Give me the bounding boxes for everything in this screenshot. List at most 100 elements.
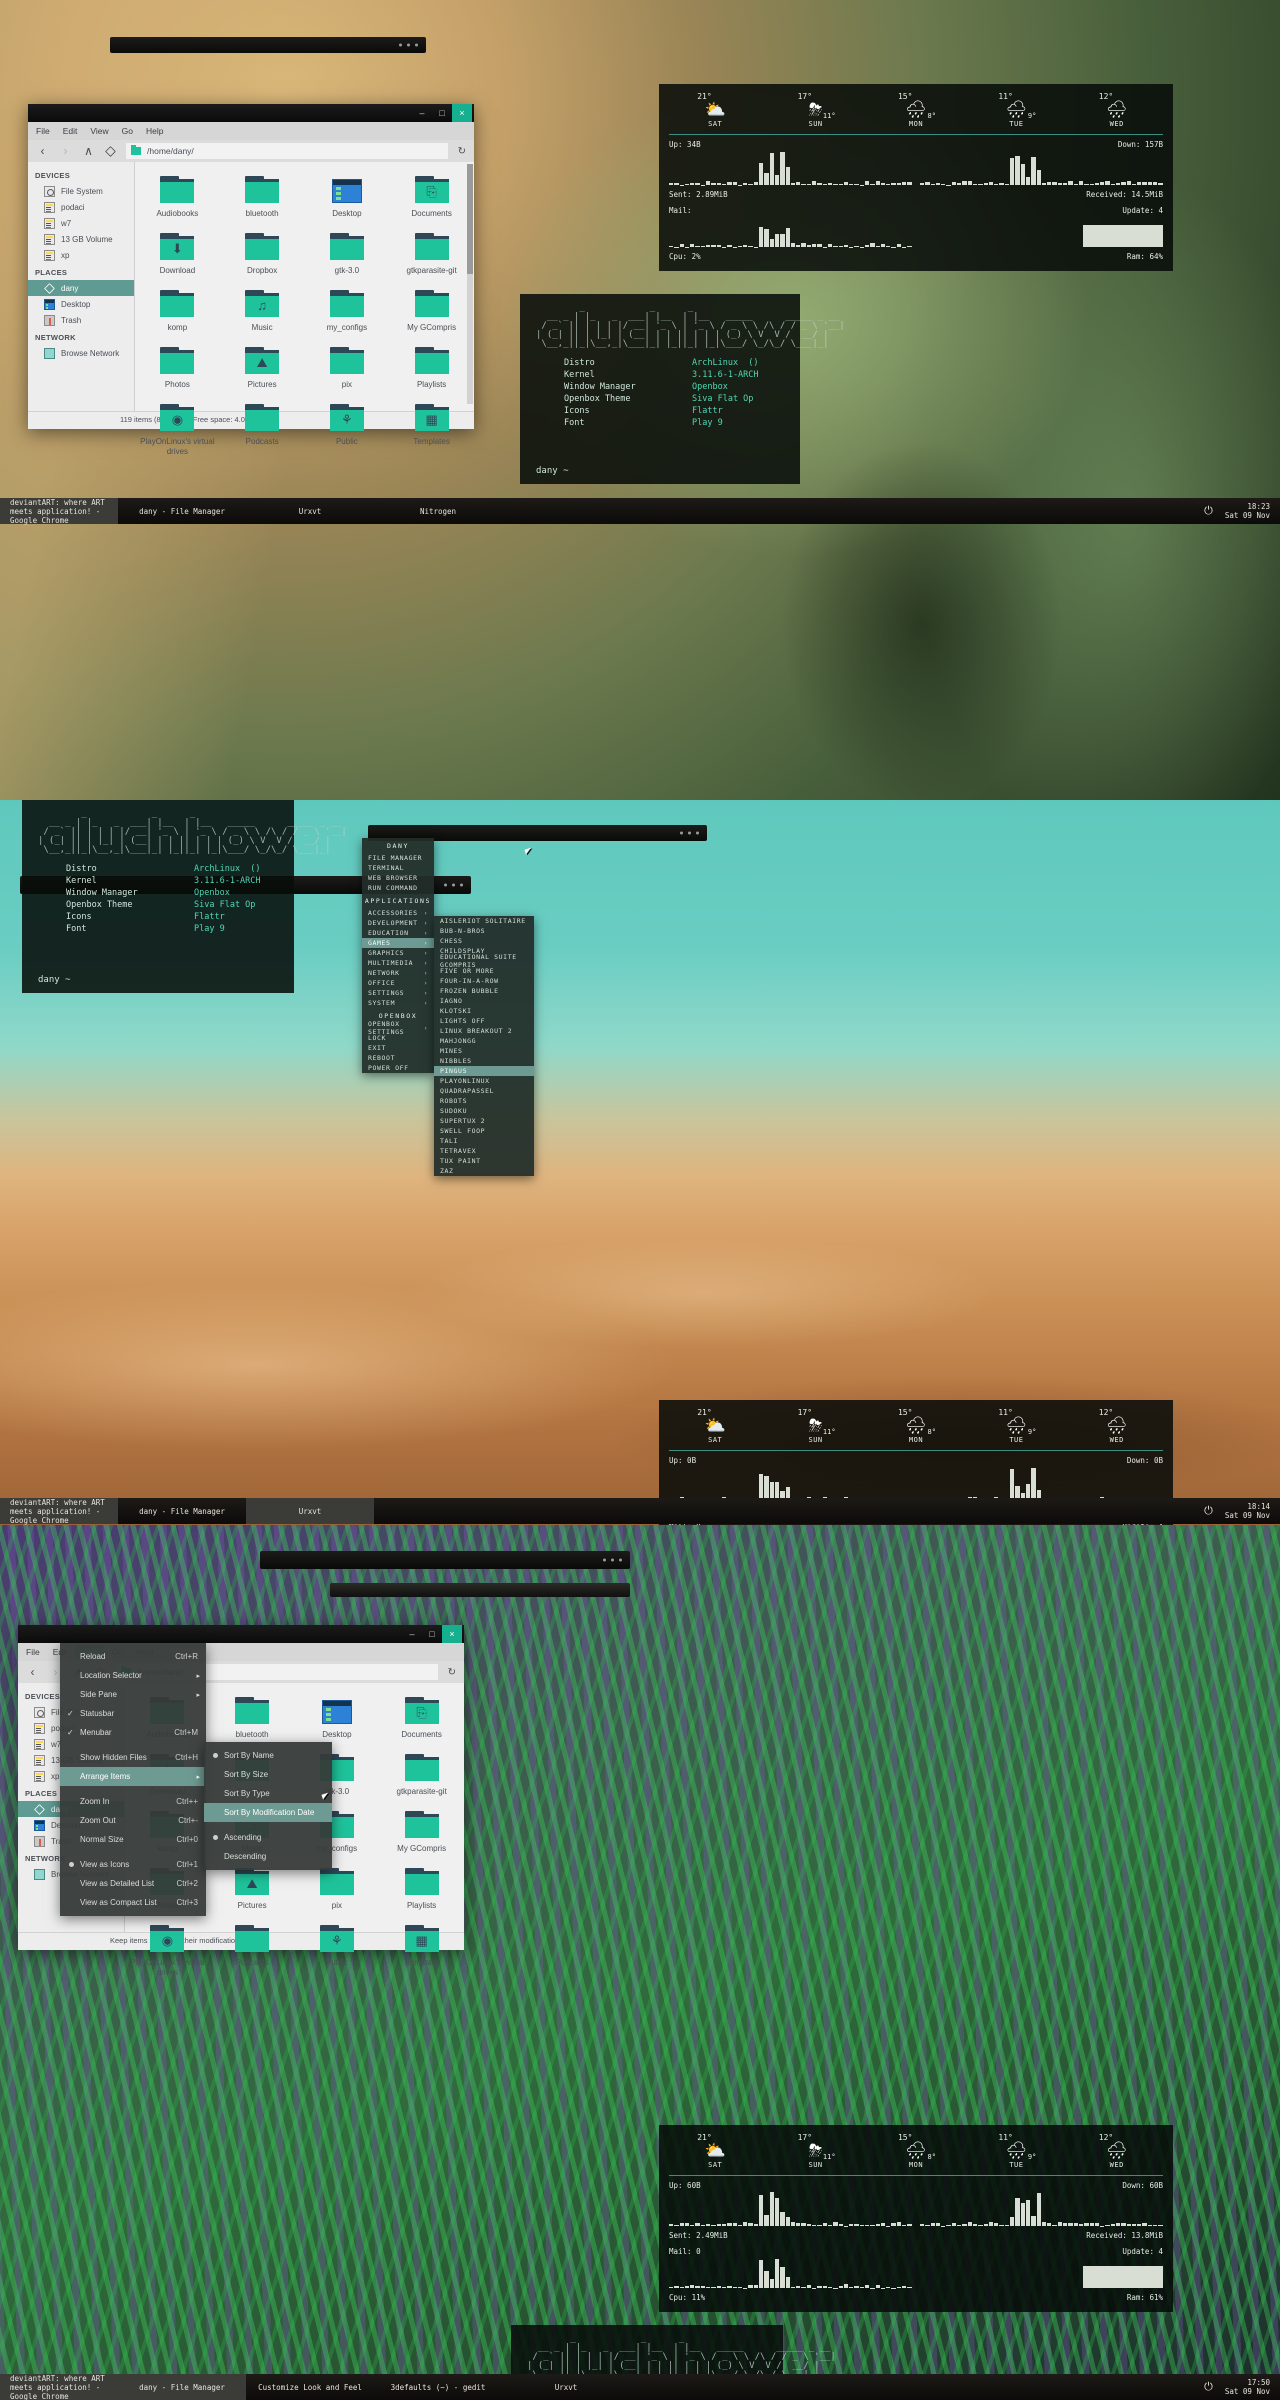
sidebar-item-13gb-volume[interactable]: 13 GB Volume — [28, 231, 134, 247]
back-button[interactable]: ‹ — [36, 144, 49, 158]
file-grid[interactable]: Audiobooks bluetooth Desktop ⎘ Documents ⬇ Dow… — [134, 162, 474, 456]
openbox-menu-item[interactable]: ROBOTS — [434, 1096, 534, 1106]
sidebar-item-file-system[interactable]: File System — [28, 183, 134, 199]
openbox-menu-item[interactable]: SYSTEM › — [362, 998, 434, 1008]
menu-item[interactable]: ✓ Statusbar — [60, 1704, 206, 1723]
file-item[interactable]: ⚘ Public — [305, 398, 390, 465]
file-item[interactable]: My GCompris — [379, 1805, 464, 1862]
file-item[interactable]: bluetooth — [220, 170, 305, 227]
file-item[interactable]: My GCompris — [389, 284, 474, 341]
file-item[interactable]: ⎘ Documents — [379, 1691, 464, 1748]
sidebar-item-dany[interactable]: dany — [28, 280, 134, 296]
file-item[interactable]: ◉ PlayOnLinux's virtual drives — [135, 398, 220, 465]
file-item[interactable]: Dropbox — [220, 227, 305, 284]
file-item[interactable]: ⎘ Documents — [389, 170, 474, 227]
menu-item[interactable]: Location Selector ▸ — [60, 1666, 206, 1685]
taskbar-1[interactable]: deviantART: where ART meets application!… — [0, 498, 1280, 525]
menu-view[interactable]: View — [90, 126, 108, 136]
menu-item[interactable]: Side Pane ▸ — [60, 1685, 206, 1704]
sidebar[interactable]: DEVICES File System podaci w7 13 GB Volu… — [28, 162, 134, 411]
menu-item[interactable]: Descending — [204, 1847, 332, 1866]
vertical-scrollbar[interactable] — [467, 164, 473, 404]
clock[interactable]: 17:50 Sat 09 Nov — [1225, 2378, 1280, 2396]
file-item[interactable]: Playlists — [389, 341, 474, 398]
power-icon[interactable]: ⏻ — [1204, 2380, 1213, 2394]
sysinfo-terminal-2[interactable]: _ _ _ __ _ | |_ _ ___| |__ | |__ _____ _… — [22, 800, 347, 993]
openbox-menu-item[interactable]: MAHJONGG — [434, 1036, 534, 1046]
file-item[interactable]: gtkparasite-git — [389, 227, 474, 284]
menu-go[interactable]: Go — [122, 126, 133, 136]
file-item[interactable]: pix — [295, 1862, 380, 1919]
openbox-menu-item[interactable]: DEVELOPMENT › — [362, 918, 434, 928]
taskbar-item[interactable]: deviantART: where ART meets application!… — [0, 1498, 118, 1525]
openbox-menu-item[interactable]: OFFICE › — [362, 978, 434, 988]
openbox-menu-item[interactable]: TETRAVEX — [434, 1146, 534, 1156]
file-item[interactable]: komp — [135, 284, 220, 341]
close-button[interactable]: × — [442, 1625, 462, 1643]
openbox-menu-item[interactable]: KLOTSKI — [434, 1006, 534, 1016]
power-icon[interactable]: ⏻ — [1204, 504, 1213, 518]
taskbar-3[interactable]: deviantART: where ART meets application!… — [0, 2374, 1280, 2400]
up-button[interactable]: ∧ — [82, 144, 95, 158]
sidebar-item-trash[interactable]: Trash — [28, 312, 134, 328]
taskbar-item[interactable]: Urxvt — [246, 1498, 374, 1524]
openbox-menu-item[interactable]: GAMES › — [362, 938, 434, 948]
openbox-menu-item[interactable]: IAGNO — [434, 996, 534, 1006]
file-item[interactable]: Desktop — [295, 1691, 380, 1748]
menu-item[interactable]: Reload Ctrl+R — [60, 1647, 206, 1666]
openbox-menu-item[interactable]: SETTINGS › — [362, 988, 434, 998]
openbox-menu-item[interactable]: TALI — [434, 1136, 534, 1146]
top-mini-strip-4[interactable] — [260, 1551, 630, 1569]
openbox-menu-item[interactable]: LINUX BREAKOUT 2 — [434, 1026, 534, 1036]
menu-item[interactable]: Sort By Type — [204, 1784, 332, 1803]
menubar[interactable]: File Edit View Go Help — [28, 122, 474, 140]
sidebar-item-w7[interactable]: w7 — [28, 215, 134, 231]
sidebar-item-xp[interactable]: xp — [28, 247, 134, 263]
taskbar-item[interactable]: deviantART: where ART meets application!… — [0, 2374, 118, 2400]
menu-item[interactable]: Sort By Size — [204, 1765, 332, 1784]
menu-item[interactable]: ✓ Menubar Ctrl+M — [60, 1723, 206, 1742]
openbox-menu-item[interactable]: TERMINAL — [362, 863, 434, 873]
openbox-menu-item[interactable]: EXIT — [362, 1043, 434, 1053]
titlebar[interactable]: – □ × — [28, 104, 474, 122]
file-item[interactable]: ⛰ Pictures — [210, 1862, 295, 1919]
minimize-button[interactable]: – — [412, 104, 432, 122]
top-mini-strip-5[interactable] — [330, 1583, 630, 1597]
openbox-menu-item[interactable]: WEB BROWSER — [362, 873, 434, 883]
file-item[interactable]: Photos — [135, 341, 220, 398]
menu-item[interactable]: Normal Size Ctrl+0 — [60, 1830, 206, 1849]
maximize-button[interactable]: □ — [432, 104, 452, 122]
openbox-menu-item[interactable]: ZAZ — [434, 1166, 534, 1176]
menu-help[interactable]: Help — [146, 126, 163, 136]
menu-item[interactable]: Zoom In Ctrl++ — [60, 1792, 206, 1811]
file-item[interactable]: gtk-3.0 — [305, 227, 390, 284]
file-item[interactable]: bluetooth — [210, 1691, 295, 1748]
power-icon[interactable]: ⏻ — [1204, 1504, 1213, 1518]
menu-item[interactable]: View as Icons Ctrl+1 — [60, 1855, 206, 1874]
file-item[interactable]: Podcasts — [210, 1919, 295, 1986]
home-icon[interactable] — [105, 146, 116, 157]
taskbar-item[interactable]: Urxvt — [502, 2374, 630, 2400]
sidebar-item-browse-network[interactable]: Browse Network — [28, 345, 134, 361]
titlebar[interactable]: – □ × — [18, 1625, 464, 1643]
menu-item[interactable]: Arrange Items ▸ — [60, 1767, 206, 1786]
taskbar-item[interactable]: dany - File Manager — [118, 1498, 246, 1524]
menu-file[interactable]: File — [26, 1647, 40, 1657]
openbox-menu-item[interactable]: BUB-N-BROS — [434, 926, 534, 936]
file-item[interactable]: Audiobooks — [135, 170, 220, 227]
menu-item[interactable]: View as Compact List Ctrl+3 — [60, 1893, 206, 1912]
maximize-button[interactable]: □ — [422, 1625, 442, 1643]
file-item[interactable]: my_configs — [305, 284, 390, 341]
openbox-menu-item[interactable]: GRAPHICS › — [362, 948, 434, 958]
minimize-button[interactable]: – — [402, 1625, 422, 1643]
openbox-menu-item[interactable]: NIBBLES — [434, 1056, 534, 1066]
openbox-menu-item[interactable]: OPENBOX SETTINGS › — [362, 1020, 434, 1036]
taskbar-item[interactable]: deviantART: where ART meets application!… — [0, 498, 118, 525]
file-item[interactable]: ◉ PlayOnLinux's virtual drives — [125, 1919, 210, 1986]
file-item[interactable]: ♫ Music — [220, 284, 305, 341]
sidebar-item-podaci[interactable]: podaci — [28, 199, 134, 215]
menu-edit[interactable]: Edit — [63, 126, 78, 136]
openbox-menu-item[interactable]: MULTIMEDIA › — [362, 958, 434, 968]
openbox-menu-item[interactable]: TUX PAINT — [434, 1156, 534, 1166]
file-item[interactable]: ▦ Templates — [389, 398, 474, 465]
